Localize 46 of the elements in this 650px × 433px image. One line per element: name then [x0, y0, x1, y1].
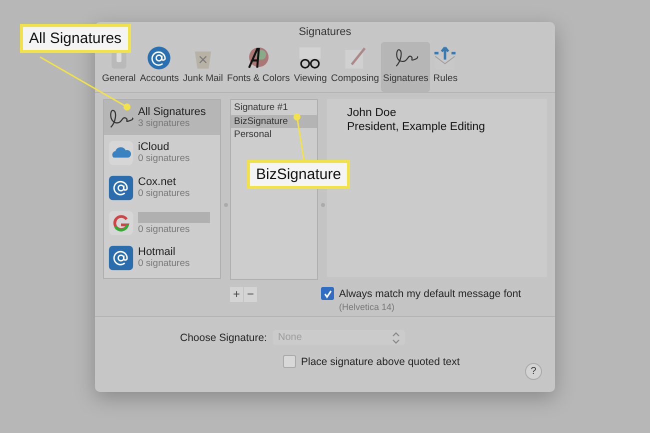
signature-item[interactable]: Signature #1: [231, 101, 317, 114]
toolbar-tab[interactable]: Viewing: [292, 42, 329, 92]
font-icon: [245, 45, 272, 71]
account-name: All Signatures: [138, 106, 206, 118]
signature-item[interactable]: Personal: [231, 128, 317, 142]
toolbar-tab[interactable]: Fonts & Colors: [225, 42, 292, 92]
checkbox-label: Place signature above quoted text: [301, 356, 460, 368]
at-icon: [108, 244, 134, 270]
signature-count: 0 signatures: [138, 153, 190, 164]
signature-line: John Doe: [347, 106, 398, 120]
leader-line: [294, 114, 305, 160]
toolbar-tab[interactable]: Rules: [430, 42, 460, 92]
at-icon: [146, 45, 172, 71]
account-row[interactable]: iCloud 0 signatures: [104, 135, 220, 170]
remove-button[interactable]: −: [244, 287, 257, 302]
toolbar-tab[interactable]: Junk Mail: [180, 42, 226, 92]
glasses-icon: [297, 45, 324, 71]
checkbox-label: Always match my default message font: [339, 288, 522, 300]
signature-line: President, Example Editing: [347, 120, 486, 134]
field-label: Choose Signature:: [180, 332, 267, 344]
help-button[interactable]: ?: [525, 363, 542, 380]
account-name: iCloud: [138, 141, 170, 153]
checkbox[interactable]: [321, 287, 334, 300]
callout-tooltip: All Signatures: [20, 24, 131, 53]
font-note: (Helvetica 14): [339, 302, 396, 312]
signature-count: 0 signatures: [138, 224, 191, 234]
signature-count: 0 signatures: [138, 188, 190, 199]
account-row[interactable]: All Signatures 3 signatures: [104, 100, 220, 135]
account-row[interactable]: Hotmail 0 signatures: [104, 240, 220, 275]
toolbar-tab[interactable]: Composing: [328, 42, 382, 92]
toolbar-tab[interactable]: Accounts: [138, 42, 181, 92]
at-icon: [108, 174, 134, 200]
signature-item[interactable]: BizSignature: [231, 114, 317, 128]
toolbar-tab[interactable]: Signatures: [381, 42, 430, 92]
callout-tooltip: BizSignature: [247, 160, 350, 189]
signature-count: 0 signatures: [138, 258, 190, 269]
account-name: Cox.net: [138, 176, 177, 188]
account-row[interactable]: Cox.net 0 signatures: [104, 170, 220, 205]
account-name: Hotmail: [138, 246, 176, 258]
checkbox[interactable]: [283, 355, 296, 368]
add-button[interactable]: +: [230, 287, 243, 302]
signature-count: 3 signatures: [138, 118, 191, 129]
cloud-icon: [108, 140, 134, 166]
updown-icon: [392, 330, 400, 344]
google-g-icon: [108, 210, 134, 236]
redacted-bar: [138, 212, 210, 222]
